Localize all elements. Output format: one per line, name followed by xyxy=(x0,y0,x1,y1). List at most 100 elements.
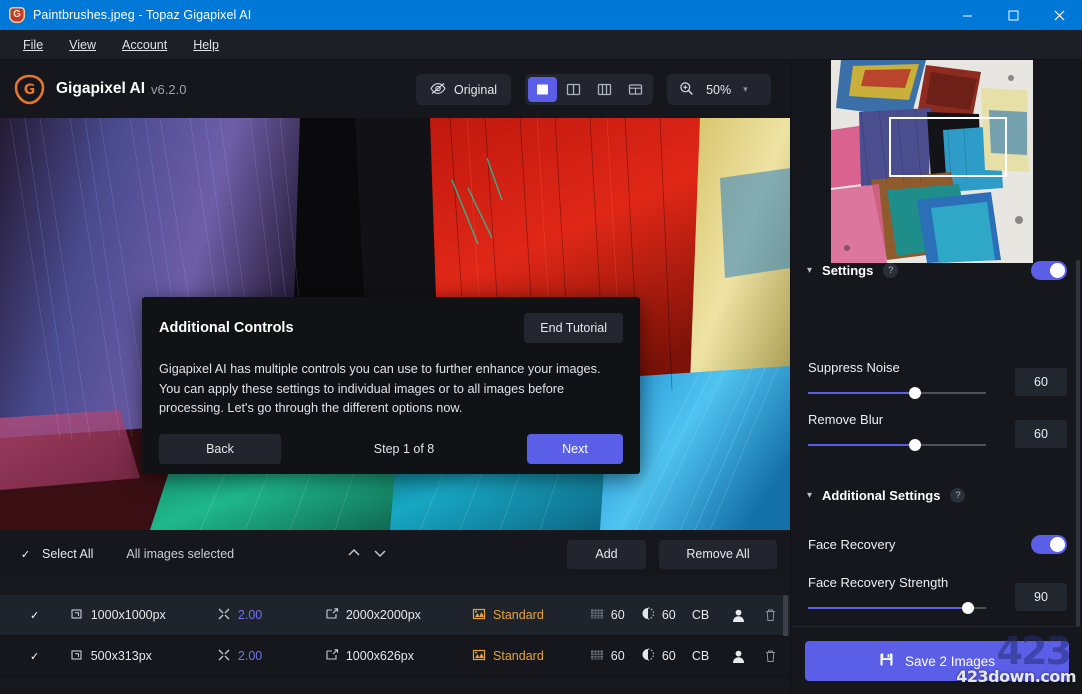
menu-view-label: View xyxy=(69,38,96,52)
face-recovery-label: Face Recovery xyxy=(808,537,895,552)
menubar: File View Account Help xyxy=(0,30,1082,60)
face-recovery-strength-value[interactable]: 90 xyxy=(1015,583,1067,611)
face-recovery-row: Face Recovery xyxy=(791,533,1082,555)
row-model[interactable]: Standard xyxy=(472,607,590,624)
noise-grid-icon xyxy=(590,608,604,623)
toggle-original-button[interactable]: Original xyxy=(416,74,511,105)
row-scale[interactable]: 2.00 xyxy=(217,648,325,665)
image-dimensions-icon xyxy=(70,648,84,665)
trash-icon[interactable] xyxy=(764,649,790,663)
settings-section-header[interactable]: ▾ Settings ? xyxy=(791,252,1082,288)
columns-icon[interactable] xyxy=(590,77,619,102)
menu-file[interactable]: File xyxy=(10,34,56,56)
menu-view[interactable]: View xyxy=(56,34,109,56)
split-pane-icon[interactable] xyxy=(559,77,588,102)
tutorial-header: Additional Controls End Tutorial xyxy=(142,297,640,343)
navigator-viewport-rect[interactable] xyxy=(889,117,1007,177)
zoom-level-value: 50% xyxy=(706,83,731,97)
help-icon[interactable]: ? xyxy=(883,263,898,278)
tutorial-dialog: Additional Controls End Tutorial Gigapix… xyxy=(142,297,640,474)
filelist-actions: Add Remove All xyxy=(567,540,777,569)
suppress-noise-field: Suppress Noise 60 xyxy=(791,360,1082,375)
slider-knob[interactable] xyxy=(909,439,921,451)
chevron-down-icon[interactable]: ▾ xyxy=(807,490,812,501)
remove-blur-slider[interactable] xyxy=(808,438,986,452)
sort-controls xyxy=(346,546,388,563)
output-size-text: 2000x2000px xyxy=(346,608,421,622)
menu-help-label: Help xyxy=(193,38,219,52)
remove-all-button[interactable]: Remove All xyxy=(659,540,777,569)
menu-help[interactable]: Help xyxy=(180,34,232,56)
menu-account[interactable]: Account xyxy=(109,34,180,56)
row-checkbox[interactable]: ✓ xyxy=(30,650,44,663)
product-name: Gigapixel AI xyxy=(56,80,145,98)
chevron-down-icon[interactable]: ▾ xyxy=(743,84,748,95)
slider-fill xyxy=(808,392,915,394)
table-row[interactable]: ✓ 1000x1000px 2.00 2000x2000px xyxy=(0,595,790,636)
brand: G Gigapixel AI v6.2.0 xyxy=(14,74,186,105)
tutorial-body-text: Gigapixel AI has multiple controls you c… xyxy=(142,343,640,419)
floppy-disk-icon xyxy=(879,652,894,670)
slider-fill xyxy=(808,607,968,609)
table-row[interactable]: ✓ 500x313px 2.00 1000x626px xyxy=(0,636,790,677)
face-recovery-toggle[interactable] xyxy=(1031,535,1067,554)
suppress-noise-value[interactable]: 60 xyxy=(1015,368,1067,396)
window-titlebar: Paintbrushes.jpeg - Topaz Gigapixel AI xyxy=(0,0,1082,30)
resize-arrows-icon xyxy=(217,648,231,665)
additional-settings-header[interactable]: ▾ Additional Settings ? xyxy=(791,480,1082,510)
zoom-control[interactable]: 50% ▾ xyxy=(667,74,771,105)
row-color-balance: CB xyxy=(692,608,731,622)
ai-model-icon xyxy=(472,607,486,624)
row-blur: 60 xyxy=(641,607,692,623)
panel-scrollbar[interactable] xyxy=(1076,260,1080,660)
slider-knob[interactable] xyxy=(962,602,974,614)
minimize-button[interactable] xyxy=(944,0,990,30)
noise-value: 60 xyxy=(611,608,625,622)
close-button[interactable] xyxy=(1036,0,1082,30)
row-scale[interactable]: 2.00 xyxy=(217,607,325,624)
remove-blur-value[interactable]: 60 xyxy=(1015,420,1067,448)
chevron-down-icon[interactable] xyxy=(372,546,388,563)
ai-model-icon xyxy=(472,648,486,665)
select-all-label[interactable]: Select All xyxy=(42,547,93,561)
face-recovery-strength-slider[interactable] xyxy=(808,601,986,615)
row-model[interactable]: Standard xyxy=(472,648,590,665)
suppress-noise-slider[interactable] xyxy=(808,386,986,400)
tutorial-title: Additional Controls xyxy=(159,320,294,336)
resize-arrows-icon xyxy=(217,607,231,624)
help-icon[interactable]: ? xyxy=(950,488,965,503)
save-images-button[interactable]: Save 2 Images xyxy=(805,641,1069,681)
menu-file-label: File xyxy=(23,38,43,52)
navigator-thumbnail[interactable] xyxy=(831,60,1033,263)
face-recovery-icon xyxy=(731,608,764,623)
tutorial-back-button[interactable]: Back xyxy=(159,434,281,464)
add-images-button[interactable]: Add xyxy=(567,540,646,569)
filelist: ✓ 1000x1000px 2.00 2000x2000px xyxy=(0,595,790,694)
row-output-size: 1000x626px xyxy=(325,648,472,665)
blur-contrast-icon xyxy=(641,607,655,623)
tutorial-next-button[interactable]: Next xyxy=(527,434,623,464)
maximize-button[interactable] xyxy=(990,0,1036,30)
end-tutorial-button[interactable]: End Tutorial xyxy=(524,313,623,343)
noise-value: 60 xyxy=(611,649,625,663)
tutorial-footer: Back Step 1 of 8 Next xyxy=(142,419,640,464)
input-size-text: 500x313px xyxy=(91,649,152,663)
chevron-down-icon[interactable]: ▾ xyxy=(807,265,812,276)
row-checkbox[interactable]: ✓ xyxy=(30,609,44,622)
export-size-icon xyxy=(325,648,339,665)
selection-info: All images selected xyxy=(126,547,234,561)
chevron-up-icon[interactable] xyxy=(346,546,362,563)
window-title: Paintbrushes.jpeg - Topaz Gigapixel AI xyxy=(33,8,251,22)
output-size-text: 1000x626px xyxy=(346,649,414,663)
save-images-label: Save 2 Images xyxy=(905,654,995,669)
row-blur: 60 xyxy=(641,648,692,664)
grid-icon[interactable] xyxy=(621,77,650,102)
settings-toggle[interactable] xyxy=(1031,261,1067,280)
single-pane-icon[interactable] xyxy=(528,77,557,102)
slider-knob[interactable] xyxy=(909,387,921,399)
select-all-checkbox[interactable]: ✓ xyxy=(18,547,33,562)
menu-account-label: Account xyxy=(122,38,167,52)
remove-blur-field: Remove Blur 60 xyxy=(791,412,1082,427)
eye-slash-icon xyxy=(430,82,446,98)
face-recovery-strength-field: Face Recovery Strength 90 xyxy=(791,575,1082,590)
